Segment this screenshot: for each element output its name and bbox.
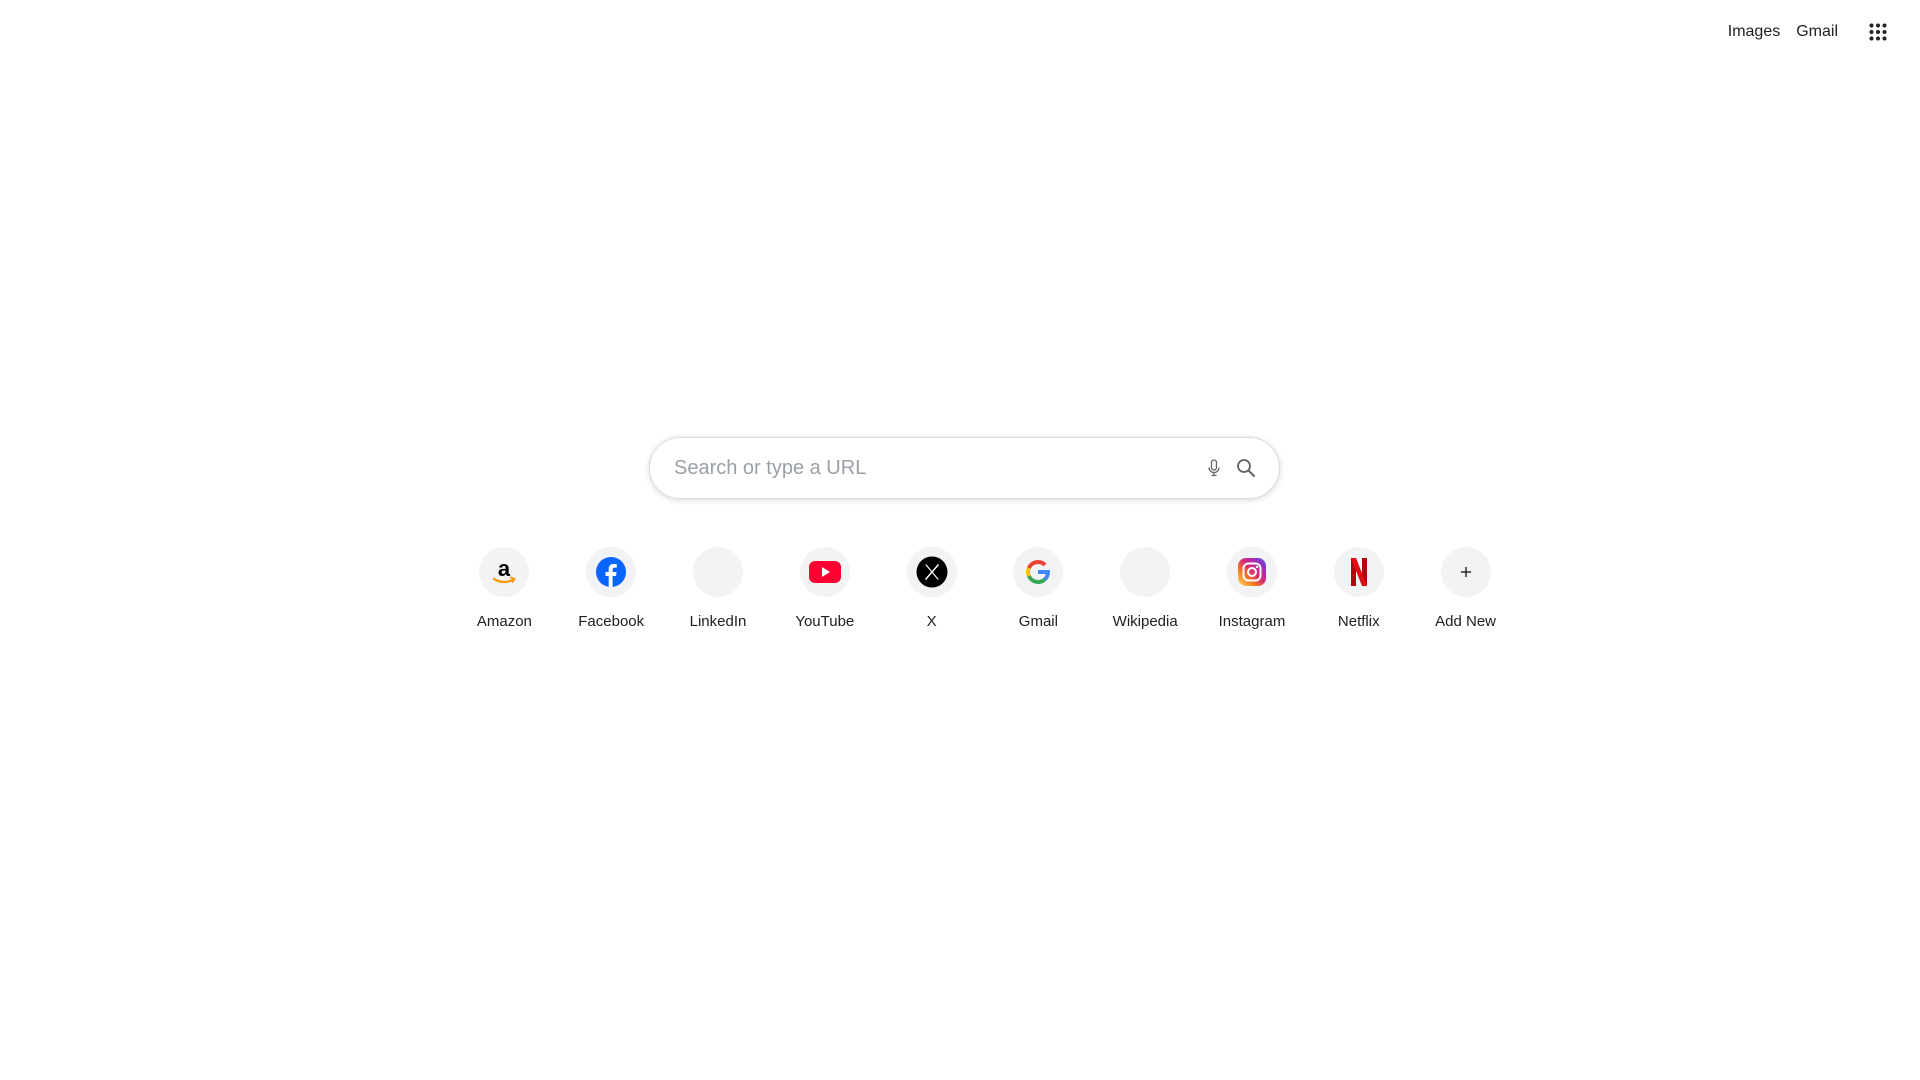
shortcut-netflix[interactable]: Netflix	[1305, 547, 1412, 630]
netflix-icon	[1333, 547, 1384, 597]
shortcut-gmail[interactable]: Gmail	[985, 547, 1092, 630]
shortcut-facebook[interactable]: Facebook	[558, 547, 665, 630]
search-input[interactable]	[672, 447, 1201, 489]
images-link[interactable]: Images	[1728, 23, 1780, 41]
shortcut-linkedin[interactable]: LinkedIn	[665, 547, 772, 630]
apps-button[interactable]	[1854, 8, 1902, 56]
top-bar: Images Gmail	[1728, 0, 1920, 64]
shortcut-label: Instagram	[1218, 613, 1286, 630]
shortcut-label: Netflix	[1337, 613, 1380, 630]
shortcut-instagram[interactable]: Instagram	[1199, 547, 1306, 630]
facebook-icon	[586, 547, 637, 597]
shortcut-add-new[interactable]: Add New	[1412, 547, 1519, 630]
svg-text:a: a	[498, 557, 511, 581]
shortcut-wikipedia[interactable]: Wikipedia	[1092, 547, 1199, 630]
shortcuts-row: a Amazon Facebook LinkedIn YouTube X Gma…	[451, 547, 1519, 630]
instagram-icon	[1226, 547, 1277, 597]
apps-grid-icon	[1869, 23, 1887, 41]
linkedin-icon	[692, 547, 743, 597]
wikipedia-icon	[1120, 547, 1171, 597]
shortcut-label: Add New	[1435, 613, 1496, 630]
plus-icon	[1440, 547, 1491, 597]
youtube-icon	[799, 547, 850, 597]
x-icon	[906, 547, 957, 597]
google-icon	[1013, 547, 1064, 597]
shortcut-label: X	[926, 613, 937, 630]
shortcut-x[interactable]: X	[878, 547, 985, 630]
gmail-link[interactable]: Gmail	[1796, 23, 1838, 41]
amazon-icon: a	[479, 547, 530, 597]
shortcut-label: YouTube	[795, 613, 855, 630]
search-box	[649, 437, 1280, 499]
shortcut-youtube[interactable]: YouTube	[771, 547, 878, 630]
shortcut-label: LinkedIn	[689, 613, 747, 630]
search-icon[interactable]	[1233, 455, 1259, 481]
microphone-icon[interactable]	[1201, 455, 1227, 481]
shortcut-label: Gmail	[1018, 613, 1058, 630]
shortcut-label: Amazon	[476, 613, 532, 630]
shortcut-label: Facebook	[578, 613, 645, 630]
shortcut-amazon[interactable]: a Amazon	[451, 547, 558, 630]
shortcut-label: Wikipedia	[1112, 613, 1178, 630]
